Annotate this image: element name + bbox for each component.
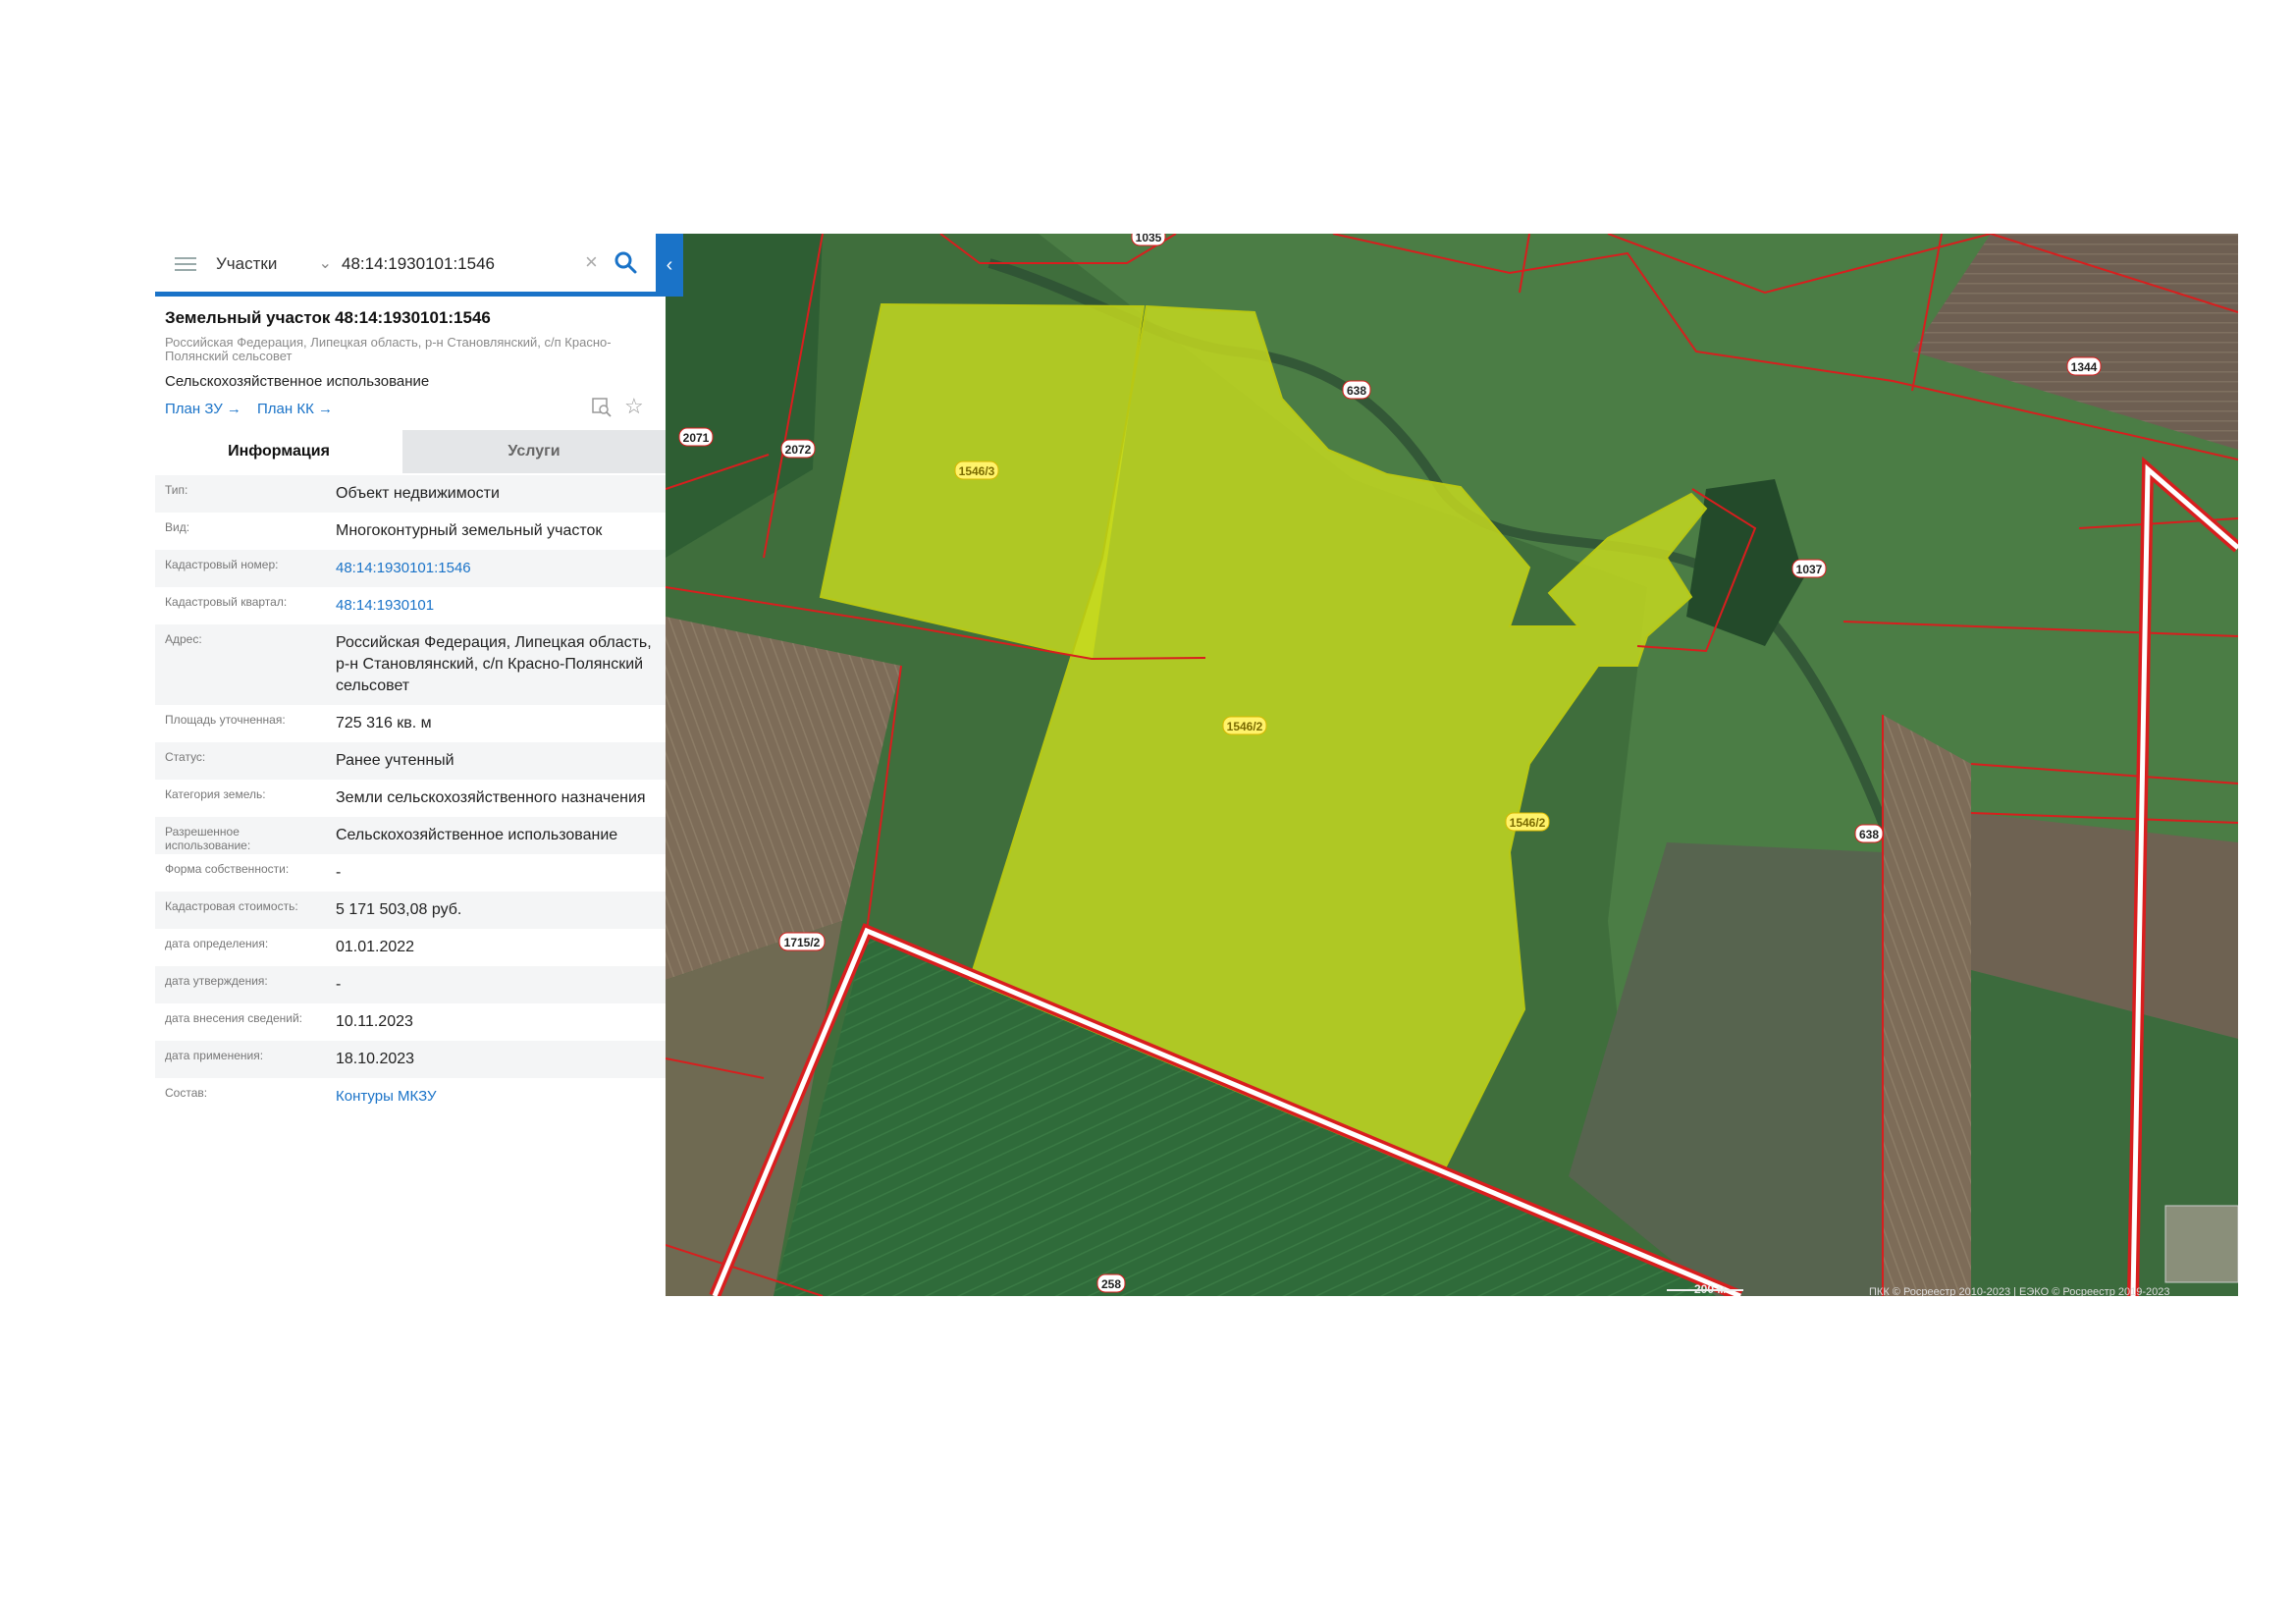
svg-text:1546/2: 1546/2 [1227,720,1263,733]
close-icon[interactable]: × [585,247,598,277]
parcel-label-2072: 2072 [780,439,816,459]
row-label: Адрес: [165,632,202,646]
info-row: Тип: Объект недвижимости [155,475,666,513]
layer-select-label: Участки [216,254,278,273]
row-value: Многоконтурный земельный участок [336,522,603,539]
info-table: Тип: Объект недвижимости Вид: Многоконту… [155,475,666,1115]
map-view[interactable]: 1035 638 1344 2071 2072 1546/3 1037 1546… [666,234,2238,1296]
parcel-label-1546-3: 1546/3 [954,460,999,480]
row-value: 01.01.2022 [336,939,415,955]
info-row: Состав: Контуры МКЗУ [155,1078,666,1115]
plan-zu-link[interactable]: План ЗУ → [165,401,241,417]
row-value: 725 316 кв. м [336,715,432,731]
svg-text:1715/2: 1715/2 [784,936,821,949]
parcel-use: Сельскохозяйственное использование [165,373,430,390]
svg-text:638: 638 [1347,384,1366,398]
parcel-label-1546-2b: 1546/2 [1505,812,1550,832]
row-label: Кадастровый номер: [165,558,279,571]
row-value: - [336,864,342,881]
row-label: Состав: [165,1086,208,1100]
parcel-label-1715-2: 1715/2 [778,932,826,951]
info-row: Вид: Многоконтурный земельный участок [155,513,666,550]
field-right-strip [1883,715,1971,1296]
cadastral-quarter-link[interactable]: 48:14:1930101 [336,587,666,624]
row-label: дата утверждения: [165,974,268,988]
row-value: Российская Федерация, Липецкая область, … [336,634,652,694]
parcel-title: Земельный участок 48:14:1930101:1546 [165,308,491,327]
row-value: Объект недвижимости [336,485,500,502]
row-label: Тип: [165,483,188,497]
row-label: Площадь уточненная: [165,713,286,727]
info-row: дата внесения сведений: 10.11.2023 [155,1003,666,1041]
row-label: Статус: [165,750,206,764]
row-label: Кадастровая стоимость: [165,899,298,913]
row-value: - [336,976,342,993]
parcel-label-638a: 638 [1342,380,1371,400]
info-row: Площадь уточненная: 725 316 кв. м [155,705,666,742]
svg-text:2071: 2071 [683,431,710,445]
parcel-label-1037: 1037 [1791,559,1827,578]
parcel-label-258: 258 [1096,1273,1126,1293]
layer-select[interactable]: Участки ⌄ [216,249,332,279]
row-label: Форма собственности: [165,862,290,876]
tab-services[interactable]: Услуги [402,430,666,473]
star-icon[interactable]: ☆ [624,395,644,418]
svg-text:1037: 1037 [1796,563,1823,576]
svg-text:638: 638 [1859,828,1879,841]
parcel-label-2071: 2071 [678,427,714,447]
map-attribution: ПКК © Росреестр 2010-2023 | ЕЭКО © Росре… [1869,1286,2170,1296]
parcel-label-1344: 1344 [2066,356,2102,376]
search-input[interactable] [340,247,579,281]
search-icon[interactable] [613,249,638,275]
parcel-label-1546-2a: 1546/2 [1222,716,1267,735]
menu-icon[interactable] [175,253,196,273]
chevron-down-icon: ⌄ [318,255,332,272]
row-label: дата определения: [165,937,269,950]
row-value: Ранее учтенный [336,752,454,769]
row-label: дата применения: [165,1049,264,1062]
search-bar: Участки ⌄ × [155,234,666,297]
info-row: Статус: Ранее учтенный [155,742,666,780]
row-value: 5 171 503,08 руб. [336,901,462,918]
row-value: 10.11.2023 [336,1013,413,1030]
info-row: дата применения: 18.10.2023 [155,1041,666,1078]
row-label: Разрешенное использование: [165,825,251,852]
info-panel: Участки ⌄ × Земельный участок 48:14:1930… [155,234,666,1296]
info-row: Кадастровая стоимость: 5 171 503,08 руб. [155,892,666,929]
info-row: дата определения: 01.01.2022 [155,929,666,966]
row-label: Кадастровый квартал: [165,595,288,609]
row-value: 18.10.2023 [336,1051,415,1067]
info-row: Форма собственности: - [155,854,666,892]
svg-text:1546/3: 1546/3 [959,464,995,478]
row-label: Вид: [165,520,190,534]
info-row: Категория земель: Земли сельскохозяйстве… [155,780,666,817]
tab-bar: Информация Услуги [155,430,666,473]
tab-info[interactable]: Информация [155,430,402,473]
zoom-to-icon[interactable] [591,397,613,418]
svg-text:258: 258 [1101,1277,1121,1291]
map-canvas[interactable]: 1035 638 1344 2071 2072 1546/3 1037 1546… [666,234,2238,1296]
collapse-panel-button[interactable]: ‹ [656,234,683,297]
plan-kk-link[interactable]: План КК → [257,401,333,417]
parcel-label-1035: 1035 [1131,234,1166,246]
minimap[interactable] [2164,1205,2238,1283]
info-row: дата утверждения: - [155,966,666,1003]
contours-link[interactable]: Контуры МКЗУ [336,1078,666,1115]
info-row: Кадастровый номер: 48:14:1930101:1546 [155,550,666,587]
info-row: Разрешенное использование: Сельскохозяйс… [155,817,666,854]
parcel-address: Российская Федерация, Липецкая область, … [165,335,612,363]
row-label: дата внесения сведений: [165,1011,302,1025]
parcel-label-638b: 638 [1854,824,1884,843]
svg-text:1035: 1035 [1136,234,1162,244]
scale-label: 200 м [1694,1282,1727,1296]
svg-text:1344: 1344 [2071,360,2098,374]
row-value: Земли сельскохозяйственного назначения [336,789,646,806]
row-label: Категория земель: [165,787,266,801]
info-row: Адрес: Российская Федерация, Липецкая об… [155,624,666,705]
info-row: Кадастровый квартал: 48:14:1930101 [155,587,666,624]
svg-text:2072: 2072 [785,443,812,457]
svg-text:1546/2: 1546/2 [1510,816,1546,830]
row-value: Сельскохозяйственное использование [336,827,618,843]
cadastral-number-link[interactable]: 48:14:1930101:1546 [336,550,666,587]
